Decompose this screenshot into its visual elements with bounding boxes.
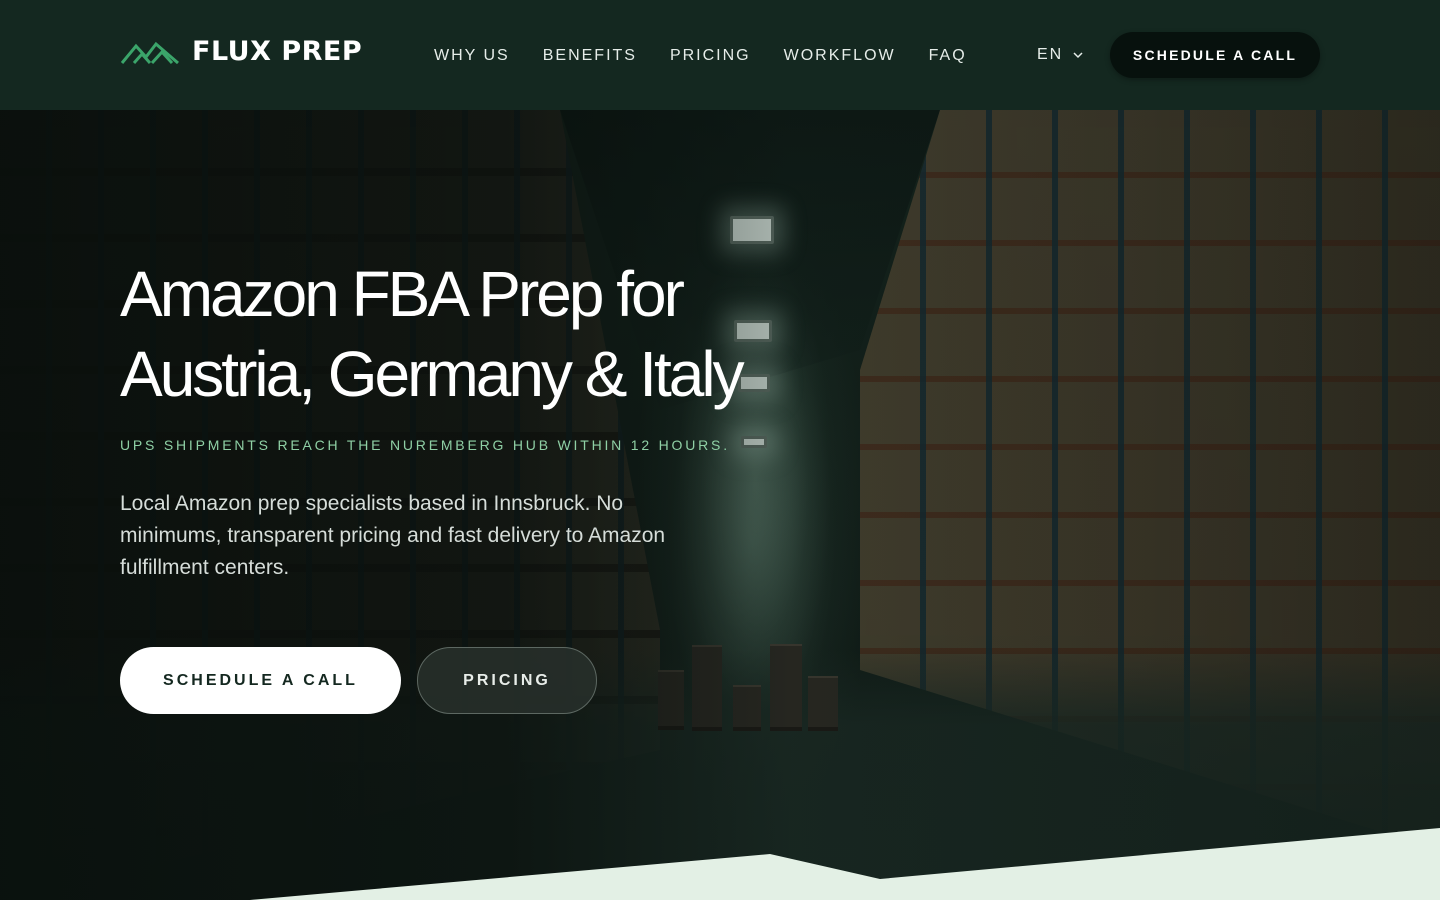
brand-name: FLUX PREP bbox=[192, 36, 363, 67]
hero-title-line2: Austria, Germany & Italy bbox=[120, 338, 745, 410]
header-schedule-call-button[interactable]: SCHEDULE A CALL bbox=[1110, 32, 1320, 78]
hero-description: Local Amazon prep specialists based in I… bbox=[120, 492, 666, 579]
hero-title-line1: Amazon FBA Prep for bbox=[120, 258, 685, 330]
chevron-down-icon bbox=[1073, 52, 1083, 59]
hero-tagline: UPS SHIPMENTS REACH THE NUREMBERG HUB WI… bbox=[120, 437, 730, 453]
nav-item-why-us[interactable]: WHY US bbox=[434, 46, 510, 66]
language-selector[interactable]: EN bbox=[1037, 45, 1084, 65]
nav-item-pricing[interactable]: PRICING bbox=[670, 46, 751, 66]
language-label: EN bbox=[1037, 46, 1064, 63]
section-divider-wave bbox=[250, 828, 1440, 900]
mountain-icon bbox=[120, 41, 179, 64]
pricing-button[interactable]: PRICING bbox=[417, 647, 597, 714]
nav-item-faq[interactable]: FAQ bbox=[929, 46, 967, 66]
main-nav: WHY US BENEFITS PRICING WORKFLOW FAQ bbox=[434, 46, 967, 66]
brand-logo[interactable]: FLUX PREP bbox=[120, 36, 362, 68]
nav-item-benefits[interactable]: BENEFITS bbox=[543, 46, 637, 66]
site-header: FLUX PREP WHY US BENEFITS PRICING WORKFL… bbox=[0, 0, 1440, 110]
nav-item-workflow[interactable]: WORKFLOW bbox=[784, 46, 896, 66]
schedule-call-button[interactable]: SCHEDULE A CALL bbox=[120, 647, 401, 714]
hero-title: Amazon FBA Prep for Austria, Germany & I… bbox=[120, 254, 820, 414]
